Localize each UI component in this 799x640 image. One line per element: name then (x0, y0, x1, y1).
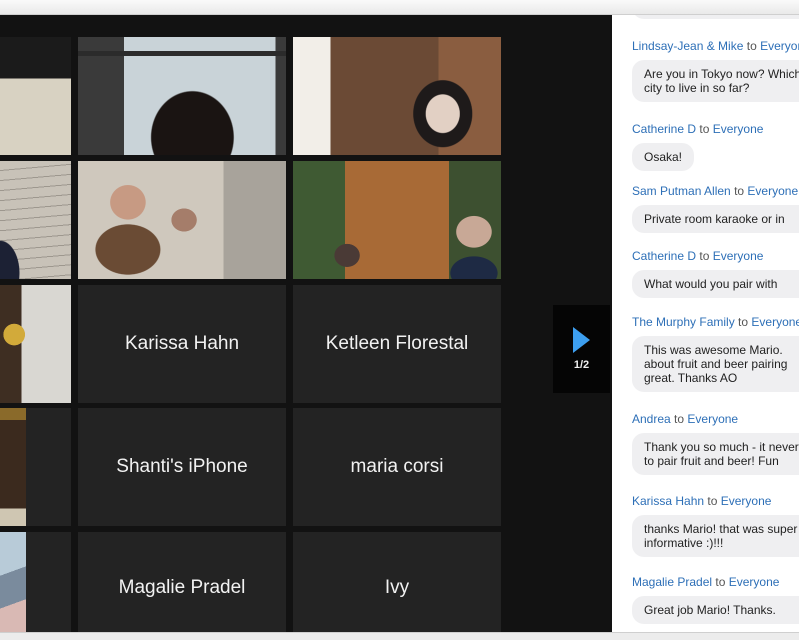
message-line: thanks Mario! that was super (644, 522, 798, 536)
recipient-name: Everyone (728, 575, 780, 589)
chat-bubble: Great job Mario! Thanks. (632, 596, 799, 624)
recipient-name: Everyone (747, 184, 799, 198)
chat-sender: Catherine D to Everyone (632, 249, 799, 264)
chat-message: Catherine D to Everyone Osaka! (632, 122, 799, 171)
sender-name[interactable]: Sam Putman Allen (632, 184, 731, 198)
message-line: Are you in Tokyo now? Which (644, 67, 799, 81)
to-label: to (738, 315, 749, 329)
message-line: great. Thanks AO (644, 371, 738, 385)
message-line: Osaka! (644, 150, 683, 164)
video-feed (0, 408, 26, 526)
sender-name[interactable]: Magalie Pradel (632, 575, 712, 589)
recipient-name: Everyone (687, 412, 739, 426)
video-tile[interactable] (0, 37, 71, 155)
to-label: to (707, 494, 718, 508)
to-label: to (699, 122, 710, 136)
video-tile[interactable] (0, 285, 71, 403)
recipient-name: Everyone (712, 249, 764, 263)
chat-sender: Magalie Pradel to Everyone (632, 575, 799, 590)
chat-sender: Catherine D to Everyone (632, 122, 799, 137)
recipient-name: Everyone (751, 315, 799, 329)
message-line: Great job Mario! Thanks. (644, 603, 776, 617)
participant-tile[interactable] (0, 408, 71, 526)
chat-message: Lindsay-Jean & Mike to Everyone Are you … (632, 39, 799, 102)
chat-bubble: Osaka! (632, 143, 695, 171)
chat-message: Magalie Pradel to Everyone Great job Mar… (632, 575, 799, 624)
to-label: to (674, 412, 685, 426)
page-indicator: 1/2 (573, 359, 590, 371)
to-label: to (734, 184, 745, 198)
participant-tile[interactable]: Ivy (293, 532, 501, 632)
to-label: to (699, 249, 710, 263)
video-tile[interactable] (78, 161, 286, 279)
message-line: This was awesome Mario. (644, 343, 783, 357)
sender-name[interactable]: The Murphy Family (632, 315, 735, 329)
message-line: about fruit and beer pairing (644, 357, 788, 371)
chat-message: Andrea to Everyone Thank you so much - i… (632, 412, 799, 475)
recipient-name: Everyone (712, 122, 764, 136)
chat-sender: Lindsay-Jean & Mike to Everyone (632, 39, 799, 54)
chat-panel: Lindsay-Jean & Mike to Everyone Are you … (612, 15, 799, 632)
play-arrow-icon (573, 327, 590, 353)
participant-tile[interactable]: Magalie Pradel (78, 532, 286, 632)
participant-tile[interactable]: maria corsi (293, 408, 501, 526)
window-top-bar (0, 0, 799, 15)
chat-message: Karissa Hahn to Everyone thanks Mario! t… (632, 494, 799, 557)
recipient-name: Everyone (720, 494, 772, 508)
sender-name[interactable]: Karissa Hahn (632, 494, 704, 508)
chat-message: Catherine D to Everyone What would you p… (632, 249, 799, 298)
message-line: to pair fruit and beer! Fun (644, 454, 779, 468)
message-line: city to live in so far? (644, 81, 750, 95)
chat-sender: Andrea to Everyone (632, 412, 799, 427)
sender-name[interactable]: Andrea (632, 412, 671, 426)
participant-tile[interactable] (0, 532, 71, 632)
chat-sender: Sam Putman Allen to Everyone (632, 184, 799, 199)
chat-bubble: Are you in Tokyo now? Which city to live… (632, 60, 799, 102)
participant-tile[interactable]: Karissa Hahn (78, 285, 286, 403)
participant-name: Ivy (384, 577, 410, 598)
to-label: to (746, 39, 757, 53)
chat-bubble: Thank you so much - it never to pair fru… (632, 433, 799, 475)
chat-sender: The Murphy Family to Everyone (632, 315, 799, 330)
sender-name[interactable]: Catherine D (632, 122, 696, 136)
chat-bubble: What would you pair with (632, 270, 799, 298)
chat-message: The Murphy Family to Everyone This was a… (632, 315, 799, 392)
chat-bubble: Private room karaoke or in (632, 205, 799, 233)
video-tile[interactable] (0, 161, 71, 279)
to-label: to (715, 575, 726, 589)
video-tile[interactable] (293, 161, 501, 279)
video-tile[interactable] (78, 37, 286, 155)
message-line: informative :)!!! (644, 536, 724, 550)
message-line: Private room karaoke or in (644, 212, 785, 226)
participant-name: maria corsi (350, 456, 444, 477)
participant-name: Ketleen Florestal (325, 333, 469, 354)
video-tile[interactable] (293, 37, 501, 155)
video-feed (0, 532, 26, 632)
participant-name: Shanti's iPhone (116, 456, 248, 477)
chat-message: Sam Putman Allen to Everyone Private roo… (632, 184, 799, 233)
sender-name[interactable]: Catherine D (632, 249, 696, 263)
participant-name: Magalie Pradel (118, 577, 246, 598)
recipient-name: Everyone (760, 39, 799, 53)
video-gallery: Karissa Hahn Ketleen Florestal Shanti's … (0, 15, 612, 632)
chat-bubble: thanks Mario! that was super informative… (632, 515, 799, 557)
message-line: What would you pair with (644, 277, 778, 291)
window-bottom-bar (0, 632, 799, 640)
participant-tile[interactable]: Shanti's iPhone (78, 408, 286, 526)
chat-sender: Karissa Hahn to Everyone (632, 494, 799, 509)
next-page-button[interactable]: 1/2 (553, 305, 610, 393)
chat-bubble: This was awesome Mario. about fruit and … (632, 336, 799, 392)
chat-bubble-partial (632, 15, 799, 19)
message-line: Thank you so much - it never (644, 440, 799, 454)
participant-tile[interactable]: Ketleen Florestal (293, 285, 501, 403)
participant-name: Karissa Hahn (124, 333, 240, 354)
sender-name[interactable]: Lindsay-Jean & Mike (632, 39, 743, 53)
